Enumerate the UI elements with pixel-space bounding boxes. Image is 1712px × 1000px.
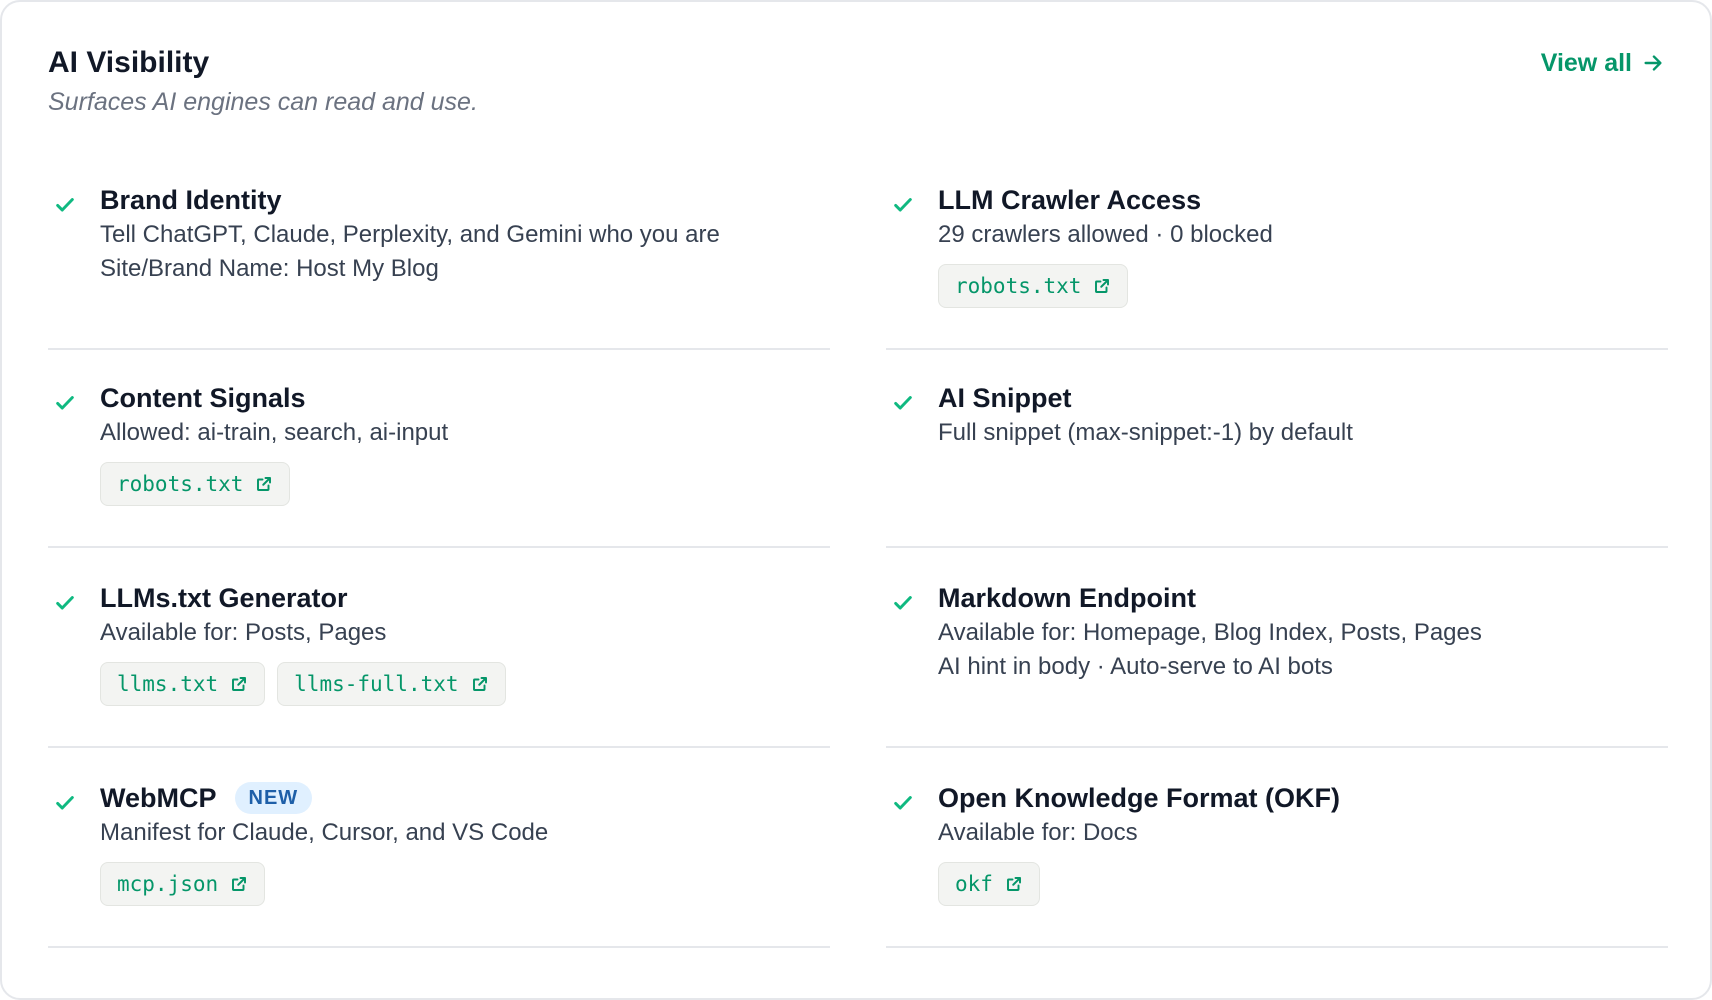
feature-item-body: Content Signals Allowed: ai-train, search… <box>100 380 830 506</box>
feature-item-title: LLM Crawler Access <box>938 182 1668 218</box>
feature-item-body: Markdown Endpoint Available for: Homepage… <box>938 580 1668 684</box>
feature-item-title: Open Knowledge Format (OKF) <box>938 780 1668 816</box>
file-link-label: okf <box>955 872 993 896</box>
file-link-label: llms.txt <box>117 672 219 696</box>
external-link-icon <box>1093 277 1111 295</box>
external-link-icon <box>1005 875 1023 893</box>
feature-item-description: Manifest for Claude, Cursor, and VS Code <box>100 819 549 846</box>
feature-item-title: LLMs.txt Generator <box>100 580 830 616</box>
feature-item-webmcp: WebMCP NEW Manifest for Claude, Cursor, an… <box>48 780 830 948</box>
feature-item-title: Markdown Endpoint <box>938 580 1668 616</box>
feature-item-body: AI Snippet Full snippet (max-snippet:-1) … <box>938 380 1668 450</box>
file-links: mcp.json <box>100 862 830 906</box>
check-icon <box>54 392 76 414</box>
feature-item-body: Brand Identity Tell ChatGPT, Claude, Perp… <box>100 182 830 286</box>
external-link-icon <box>255 475 273 493</box>
feature-item-brand-identity: Brand Identity Tell ChatGPT, Claude, Perp… <box>48 182 830 350</box>
arrow-right-icon <box>1644 55 1662 71</box>
check-icon <box>892 392 914 414</box>
check-icon <box>892 194 914 216</box>
check-icon <box>54 792 76 814</box>
feature-item-body: Open Knowledge Format (OKF) Available for… <box>938 780 1668 906</box>
feature-item-title: Content Signals <box>100 380 830 416</box>
feature-item-content-signals: Content Signals Allowed: ai-train, search… <box>48 380 830 548</box>
check-icon <box>892 792 914 814</box>
file-link-label: robots.txt <box>955 274 1082 298</box>
file-links: okf <box>938 862 1668 906</box>
new-badge: NEW <box>234 782 313 814</box>
feature-item-title-text: Brand Identity <box>100 185 282 215</box>
ai-visibility-card: AI Visibility Surfaces AI engines can re… <box>0 0 1712 1000</box>
view-all-link[interactable]: View all <box>1541 44 1664 82</box>
feature-item-description: Tell ChatGPT, Claude, Perplexity, and Ge… <box>100 221 720 248</box>
file-links: robots.txt <box>100 462 830 506</box>
file-link-robots-txt[interactable]: robots.txt <box>938 264 1129 308</box>
feature-item-description: Available for: Posts, Pages <box>100 619 387 646</box>
feature-item-description: Available for: Homepage, Blog Index, Pos… <box>938 619 1482 646</box>
card-title: AI Visibility <box>48 46 210 79</box>
file-link-llms-full-txt[interactable]: llms-full.txt <box>277 662 506 706</box>
feature-item-markdown-endpoint: Markdown Endpoint Available for: Homepage… <box>886 580 1668 748</box>
feature-item-title: Brand Identity <box>100 182 830 218</box>
file-link-label: robots.txt <box>117 472 244 496</box>
feature-item-title: WebMCP NEW <box>100 780 830 816</box>
feature-item-description: 29 crawlers allowed · 0 blocked <box>938 221 1273 248</box>
check-icon <box>54 194 76 216</box>
feature-item-description: Site/Brand Name: Host My Blog <box>100 255 439 282</box>
feature-item-description: Available for: Docs <box>938 819 1138 846</box>
feature-item-description: AI hint in body · Auto-serve to AI bots <box>938 653 1333 680</box>
feature-item-open-knowledge-format-okf: Open Knowledge Format (OKF) Available for… <box>886 780 1668 948</box>
card-header: AI Visibility Surfaces AI engines can re… <box>48 44 1664 118</box>
feature-item-title-text: AI Snippet <box>938 383 1072 413</box>
feature-item-title: AI Snippet <box>938 380 1668 416</box>
feature-item-ai-snippet: AI Snippet Full snippet (max-snippet:-1) … <box>886 380 1668 548</box>
feature-item-body: LLMs.txt Generator Available for: Posts, … <box>100 580 830 706</box>
feature-item-llms-txt-generator: LLMs.txt Generator Available for: Posts, … <box>48 580 830 748</box>
file-link-okf[interactable]: okf <box>938 862 1040 906</box>
file-link-robots-txt[interactable]: robots.txt <box>100 462 291 506</box>
external-link-icon <box>230 875 248 893</box>
file-links: llms.txt llms-full.txt <box>100 662 830 706</box>
feature-item-description: Full snippet (max-snippet:-1) by default <box>938 419 1353 446</box>
feature-item-title-text: WebMCP <box>100 783 217 813</box>
file-link-label: llms-full.txt <box>294 672 459 696</box>
file-links: robots.txt <box>938 264 1668 308</box>
view-all-label: View all <box>1540 49 1632 77</box>
feature-item-description: Allowed: ai-train, search, ai-input <box>100 419 449 446</box>
feature-item-title-text: LLM Crawler Access <box>938 185 1202 215</box>
card-subtitle: Surfaces AI engines can read and use. <box>48 88 478 116</box>
feature-item-title-text: Markdown Endpoint <box>938 583 1196 613</box>
feature-item-title-text: Content Signals <box>100 383 306 413</box>
feature-item-body: WebMCP NEW Manifest for Claude, Cursor, an… <box>100 780 830 906</box>
feature-item-title-text: LLMs.txt Generator <box>100 583 348 613</box>
file-link-mcp-json[interactable]: mcp.json <box>100 862 266 906</box>
file-link-llms-txt[interactable]: llms.txt <box>100 662 266 706</box>
feature-item-llm-crawler-access: LLM Crawler Access 29 crawlers allowed · … <box>886 182 1668 350</box>
external-link-icon <box>471 675 489 693</box>
external-link-icon <box>230 675 248 693</box>
check-icon <box>892 592 914 614</box>
file-link-label: mcp.json <box>117 872 219 896</box>
feature-item-title-text: Open Knowledge Format (OKF) <box>938 783 1340 813</box>
check-icon <box>54 592 76 614</box>
feature-item-body: LLM Crawler Access 29 crawlers allowed · … <box>938 182 1668 308</box>
